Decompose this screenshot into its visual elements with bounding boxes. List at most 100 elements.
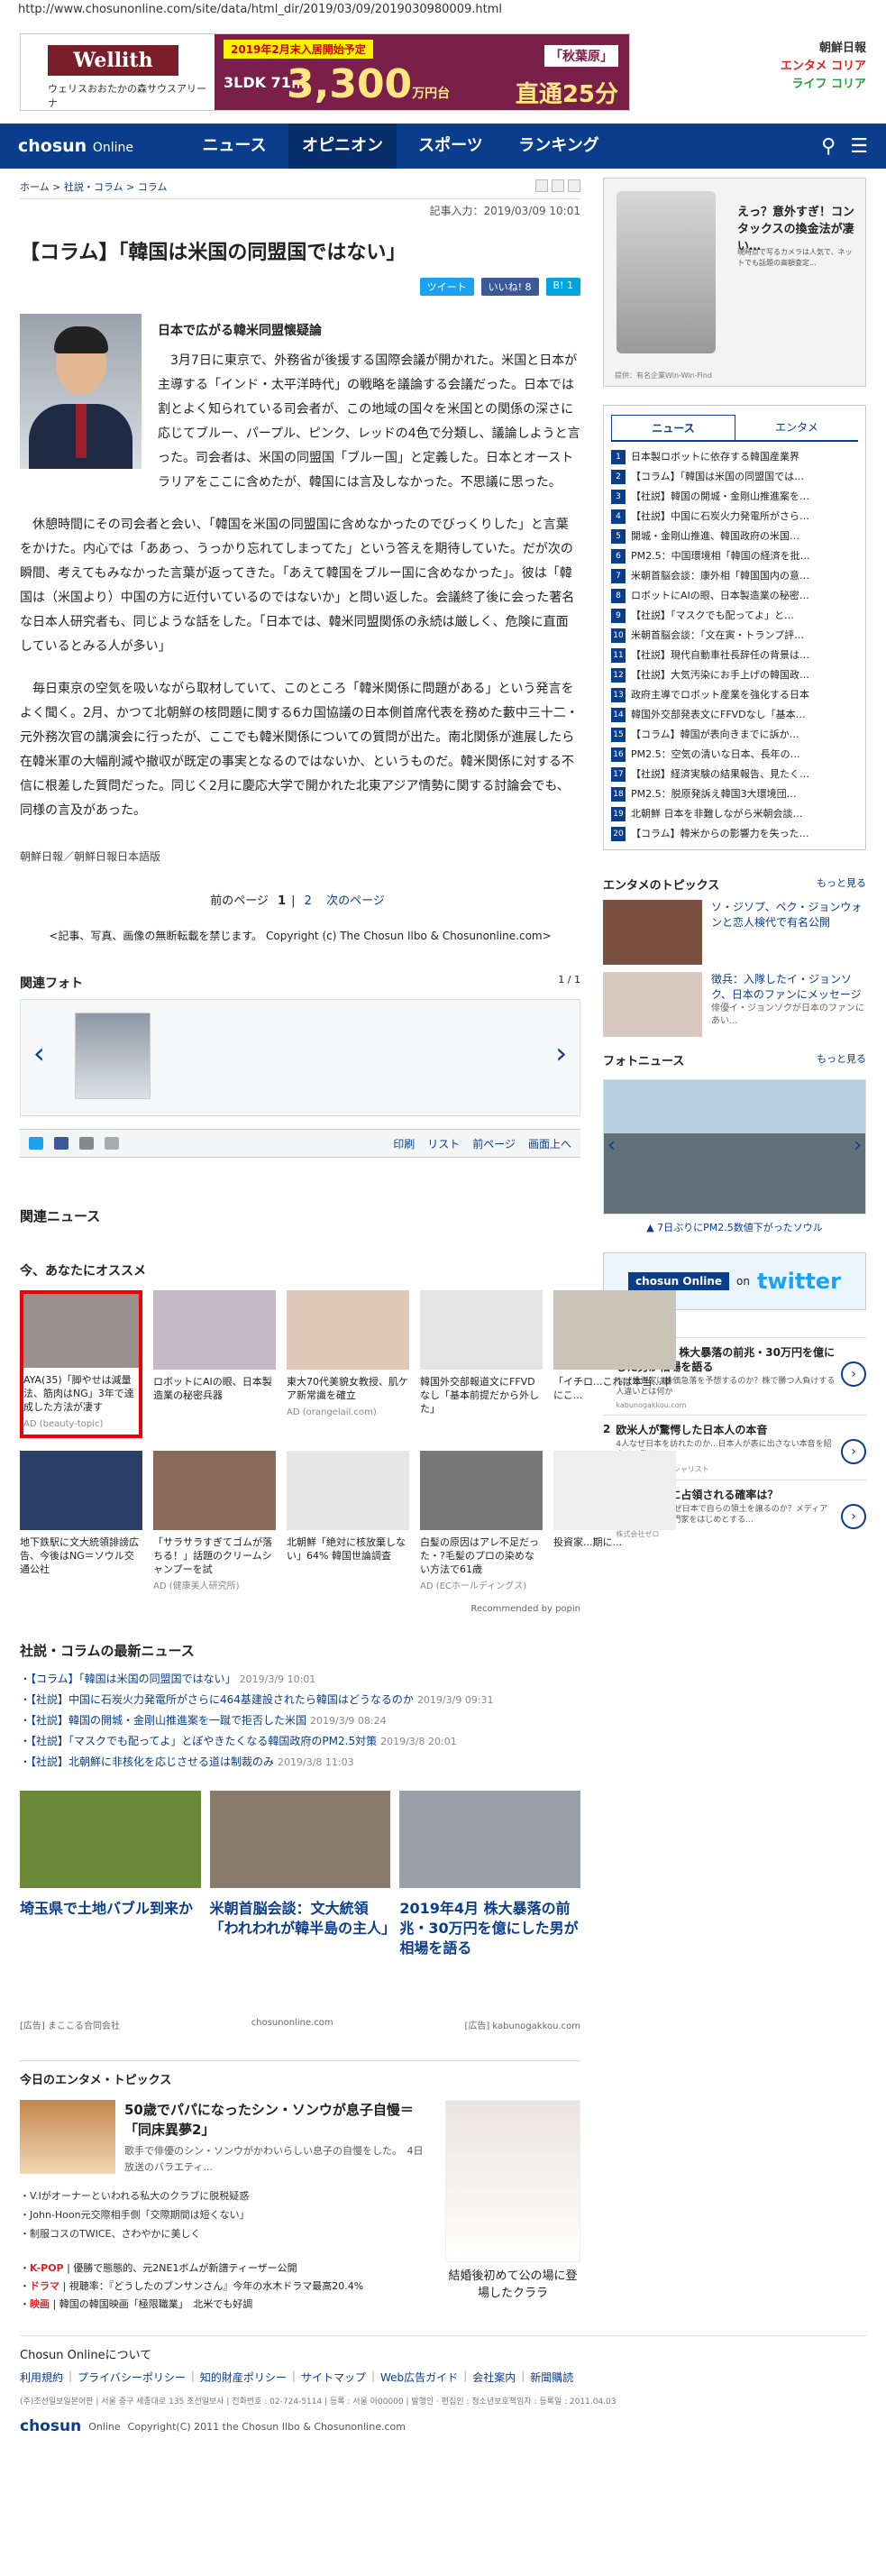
ranking-item[interactable]: 10 米朝首脳会談：「文在寅・トランプ評… xyxy=(611,626,858,646)
footer-link[interactable]: Web広告ガイド xyxy=(380,2370,458,2385)
recommend-item[interactable]: 東大70代美貌女教授、肌ケア新常識を確立 AD (orangelail.com) xyxy=(287,1290,409,1438)
print-link[interactable]: 印刷 xyxy=(393,1136,415,1151)
chosun-ilbo-logo[interactable]: 朝鮮日報 xyxy=(758,40,866,58)
entertainment-feature[interactable]: 50歳でパパになったシン・ソンウが息子自慢＝「同床異夢2」 歌手で俳優のシン・ソ… xyxy=(20,2100,427,2186)
footer-link[interactable]: サイトマップ xyxy=(301,2370,366,2385)
hamburger-menu-icon[interactable]: ☰ xyxy=(850,135,868,158)
ranking-item[interactable]: 17 【社説】経済実験の結果報告、見たく… xyxy=(611,765,858,784)
page-top-link[interactable]: 画面上へ xyxy=(528,1136,571,1151)
site-logo[interactable]: chosun Online xyxy=(0,136,180,156)
photo-news-more[interactable]: もっと見る xyxy=(817,1051,866,1068)
side-camera-ad[interactable]: えっ？意外すぎ！コンタックスの換金法が凄い… 現時点で写るカメラは人気で、ネット… xyxy=(603,178,866,387)
footer-link[interactable]: 利用規約 xyxy=(20,2370,63,2385)
latest-item[interactable]: ・【コラム】「韓国は米国の同盟国ではない」 2019/3/9 10:01 xyxy=(20,1669,580,1690)
ranking-item[interactable]: 11 【社説】現代自動車社長辞任の背景は… xyxy=(611,646,858,665)
related-photo-thumb[interactable] xyxy=(75,1013,151,1099)
recommend-item[interactable]: 投資家...期に... xyxy=(553,1451,676,1593)
recommend-item[interactable]: AYA(35)「脚やせは減量法、筋肉はNG」3年で達成した方法が凄す AD (be… xyxy=(20,1290,142,1438)
ranking-item[interactable]: 5 開城・金剛山推進、韓国政府の米国… xyxy=(611,527,858,546)
tab-ranking-news[interactable]: ニュース xyxy=(611,415,735,440)
latest-item[interactable]: ・【社説】「マスクでも配ってよ」とぼやきたくなる韓国政府のPM2.5対策 2019… xyxy=(20,1731,580,1752)
font-large-icon[interactable] xyxy=(552,179,564,192)
breadcrumb-home[interactable]: ホーム xyxy=(20,181,50,193)
entertainment-link[interactable]: ・制服コスのTWICE、さわやかに美しく xyxy=(20,2224,427,2243)
photo-news-prev-icon[interactable]: ‹ xyxy=(607,1134,616,1157)
entertainment-right[interactable]: 結婚後初めて公の場に登場したクララ xyxy=(445,2100,580,2314)
ranking-item[interactable]: 3 【社説】韓国の開城・金剛山推進案を… xyxy=(611,487,858,507)
feature-card[interactable]: 埼玉県で土地バブル到来か xyxy=(20,1791,201,1958)
ranking-item[interactable]: 9 【社説】「マスクでも配ってよ」と… xyxy=(611,606,858,626)
entertainment-tag-row[interactable]: ・K-POP | 優勝で態態的、元2NE1ボムが新譜ティーザー公開 xyxy=(20,2260,427,2278)
ranking-item[interactable]: 2 【コラム】「韓国は米国の同盟国では… xyxy=(611,467,858,487)
ent-topic-item[interactable]: 徴兵：入隊したイ・ジョンソク、日本のファンにメッセージ 俳優イ・ジョンソクが日本の… xyxy=(603,972,866,1044)
prev-page-link[interactable]: 前ページ xyxy=(472,1136,516,1151)
recommend-item[interactable]: ロボットにAIの眼、日本製造業の秘密兵器 xyxy=(153,1290,276,1438)
hatena-bookmark-button[interactable]: B! 1 xyxy=(545,278,580,296)
chevron-right-icon[interactable]: › xyxy=(841,1361,866,1387)
print-icon[interactable] xyxy=(568,179,580,192)
tab-ranking-entame[interactable]: エンタメ xyxy=(735,415,858,440)
pager-next[interactable]: 次のページ xyxy=(321,894,390,908)
top-banner-ad[interactable]: Wellith ウェリスおおたかの森サウスアリーナ 2019年2月末入居開始予定… xyxy=(20,33,630,111)
mail-icon[interactable] xyxy=(79,1137,94,1150)
recommend-item[interactable]: 地下鉄駅に文大統領誹謗広告、今後はNG＝ソウル交通公社 xyxy=(20,1451,142,1593)
footer-about[interactable]: Chosun Onlineについて xyxy=(20,2335,867,2370)
ranking-item[interactable]: 7 米朝首脳会談：康外相「韓国国内の意… xyxy=(611,566,858,586)
recommend-item[interactable]: 韓国外交部報道文にFFVDなし「基本前提だから外した」 xyxy=(420,1290,543,1438)
feature-card[interactable]: 2019年4月 株大暴落の前兆・30万円を億にした男が相場を語る xyxy=(399,1791,581,1958)
recommend-item[interactable]: 「サラサラすぎてゴムが落ちる！」話題のクリームシャンプーを試 AD (健康美人研究… xyxy=(153,1451,276,1593)
ranking-item[interactable]: 6 PM2.5：中国環境相「韓国の経済を批… xyxy=(611,546,858,566)
font-small-icon[interactable] xyxy=(535,179,548,192)
nav-item-opinion[interactable]: オピニオン xyxy=(288,124,397,169)
photo-news-caption[interactable]: ▲ 7日ぶりにPM2.5数値下がったソウル xyxy=(603,1220,866,1252)
entertainment-tag-row[interactable]: ・ドラマ | 視聴率：『どうしたのブンサンさん』今年の水木ドラマ最高20.4% xyxy=(20,2278,427,2296)
pager-prev[interactable]: 前のページ xyxy=(210,894,269,908)
ranking-item[interactable]: 19 北朝鮮 日本を非難しながら米朝会談… xyxy=(611,804,858,824)
ranking-item[interactable]: 20 【コラム】韓米からの影響力を失った… xyxy=(611,824,858,844)
pager-page-2[interactable]: 2 xyxy=(299,894,317,908)
recommend-item[interactable]: 北朝鮮「絶対に核放棄しない」64% 韓国世論調査 xyxy=(287,1451,409,1593)
ranking-item[interactable]: 4 【社説】中国に石炭火力発電所がさら… xyxy=(611,507,858,527)
footer-link[interactable]: 会社案内 xyxy=(472,2370,516,2385)
nav-item-sports[interactable]: スポーツ xyxy=(397,124,505,169)
ranking-item[interactable]: 13 政府主導でロボット産業を強化する日本 xyxy=(611,685,858,705)
ranking-item[interactable]: 1 日本製ロボットに依存する韓国産業界 xyxy=(611,447,858,467)
ent-topics-more[interactable]: もっと見る xyxy=(817,875,866,893)
footer-link[interactable]: 新聞購読 xyxy=(530,2370,573,2385)
search-icon[interactable]: ⚲ xyxy=(821,135,836,158)
footer-link[interactable]: プライバシーポリシー xyxy=(78,2370,186,2385)
nav-item-ranking[interactable]: ランキング xyxy=(505,124,613,169)
carousel-prev-icon[interactable]: ‹ xyxy=(33,1036,45,1070)
twitter-icon[interactable] xyxy=(29,1137,43,1150)
facebook-icon[interactable] xyxy=(54,1137,69,1150)
ent-topic-item[interactable]: ソ・ジソプ、ペク・ジョンウォンと恋人検代で有名公開 xyxy=(603,900,866,972)
photo-news-image[interactable]: ‹ › xyxy=(603,1079,866,1215)
ranking-item[interactable]: 14 韓国外交部発表文にFFVDなし「基本… xyxy=(611,705,858,725)
entame-korea-logo[interactable]: エンタメ コリア xyxy=(758,58,866,76)
breadcrumb-editorial[interactable]: 社説・コラム xyxy=(64,181,123,193)
popin-credit[interactable]: Recommended by popin xyxy=(20,1593,580,1641)
latest-item[interactable]: ・【社説】韓国の開城・金剛山推進案を一蹴で拒否した米国 2019/3/9 08:2… xyxy=(20,1710,580,1731)
chevron-right-icon[interactable]: › xyxy=(841,1439,866,1464)
feature-card[interactable]: 米朝首脳会談：文大統領「われわれが韓半島の主人」 xyxy=(209,1791,396,1958)
latest-item[interactable]: ・【社説】中国に石炭火力発電所がさらに464基建設されたら韓国はどうなるのか 20… xyxy=(20,1690,580,1710)
ranking-item[interactable]: 16 PM2.5：空気の清いな日本、長年の… xyxy=(611,745,858,765)
recommend-item[interactable]: 「イチロ...これは本当...単にこ... xyxy=(553,1290,676,1438)
photo-news-next-icon[interactable]: › xyxy=(854,1134,862,1157)
life-korea-logo[interactable]: ライフ コリア xyxy=(758,76,866,94)
list-link[interactable]: リスト xyxy=(427,1136,460,1151)
tweet-button[interactable]: ツイート xyxy=(419,278,474,296)
ranking-item[interactable]: 12 【社説】大気汚染にお手上げの韓国政… xyxy=(611,665,858,685)
entertainment-tag-row[interactable]: ・映画 | 韓国の韓国映画「極限職業」 北米でも好調 xyxy=(20,2296,427,2314)
nav-item-news[interactable]: ニュース xyxy=(180,124,288,169)
recommend-item[interactable]: 白髪の原因はアレ不足だった・?毛髪のプロの染めない方法で61歳 AD (ECホール… xyxy=(420,1451,543,1593)
facebook-like-button[interactable]: いいね! 8 xyxy=(480,278,539,296)
footer-link[interactable]: 知的財産ポリシー xyxy=(200,2370,287,2385)
entertainment-link[interactable]: ・John-Hoon元交際相手側「交際期間は短くない」 xyxy=(20,2205,427,2224)
bookmark-icon[interactable] xyxy=(105,1137,119,1150)
entertainment-link[interactable]: ・V.Iがオーナーといわれる私大のクラブに脱税疑惑 xyxy=(20,2186,427,2205)
ranking-item[interactable]: 15 【コラム】韓国が表向きまでに訴か… xyxy=(611,725,858,745)
breadcrumb-column[interactable]: コラム xyxy=(138,181,168,193)
chevron-right-icon[interactable]: › xyxy=(841,1504,866,1529)
ranking-item[interactable]: 8 ロボットにAIの眼、日本製造業の秘密… xyxy=(611,586,858,606)
